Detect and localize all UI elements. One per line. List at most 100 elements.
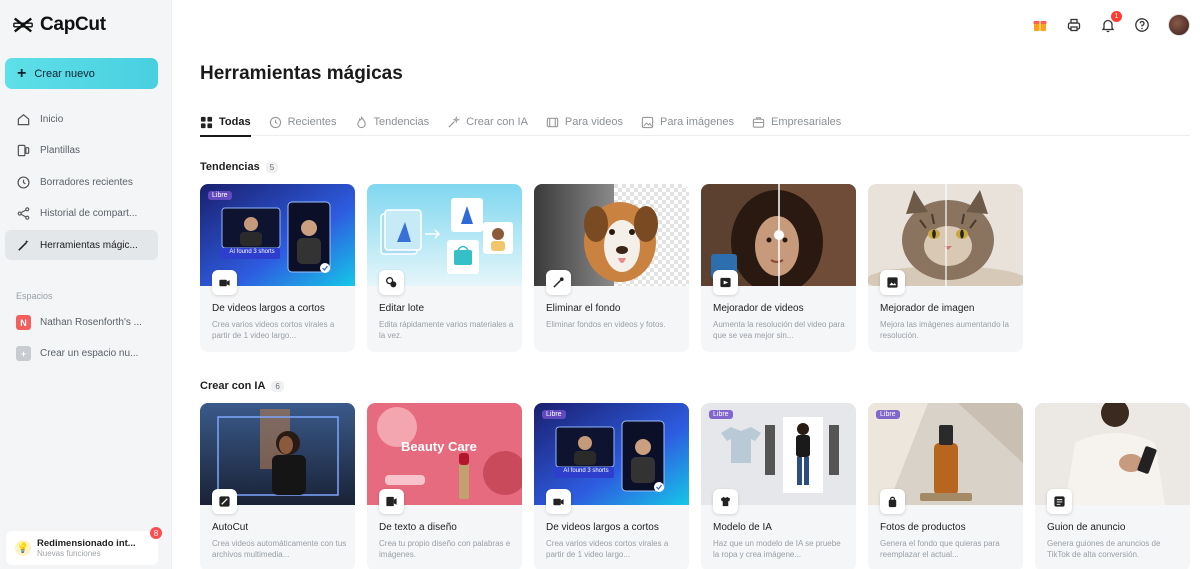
card-title: Eliminar el fondo <box>546 303 621 314</box>
resize-promo-card[interactable]: 💡 Redimensionado int... Nuevas funciones… <box>6 527 162 565</box>
thumbnail-caption: AI found 3 shorts <box>563 468 609 474</box>
tool-card-product-photos[interactable]: Libre Fotos de productos Genera el fondo… <box>868 403 1023 569</box>
card-title: Guion de anuncio <box>1047 522 1126 533</box>
bell-icon[interactable]: 1 <box>1100 11 1122 33</box>
card-description: Genera guiones de anuncios de TikTok de … <box>1047 539 1161 559</box>
image-enhance-icon <box>880 270 905 295</box>
tool-card-video-enhancer[interactable]: Mejorador de videos Aumenta la resolució… <box>701 184 856 352</box>
product-bag-icon <box>880 489 905 514</box>
free-badge: Libre <box>542 410 566 419</box>
sidebar-item-recent-drafts[interactable]: Borradores recientes <box>5 167 158 197</box>
space-avatar: N <box>16 315 31 330</box>
tab-label: Tendencias <box>373 116 430 128</box>
tab-label: Empresariales <box>771 116 842 128</box>
tab-all[interactable]: Todas <box>200 108 251 137</box>
card-description: Mejora las imágenes aumentando la resolu… <box>880 320 1009 340</box>
notification-count: 1 <box>1111 11 1122 22</box>
card-title: Editar lote <box>379 303 425 314</box>
thumbnail-caption: AI found 3 shorts <box>229 249 275 255</box>
autocut-icon <box>212 489 237 514</box>
tool-card-long-to-short[interactable]: Libre AI found 3 shorts De videos largos… <box>200 184 355 352</box>
tool-card-long-to-short-2[interactable]: Libre AI found 3 shorts De videos largos… <box>534 403 689 569</box>
user-avatar[interactable] <box>1168 14 1190 36</box>
image-icon <box>641 116 654 128</box>
top-toolbar: 1 <box>1032 11 1190 36</box>
video-enhance-icon <box>713 270 738 295</box>
section-count: 6 <box>271 380 284 392</box>
tab-label: Para imágenes <box>660 116 734 128</box>
app-name: CapCut <box>40 14 106 35</box>
section-title-create-ai: Crear con IA 6 <box>200 380 284 392</box>
sidebar-item-label: Borradores recientes <box>40 176 133 188</box>
card-title: Mejorador de videos <box>713 303 804 314</box>
space-item-nathan[interactable]: N Nathan Rosenforth's ... <box>16 315 142 330</box>
tool-card-remove-background[interactable]: Eliminar el fondo Eliminar fondos en vid… <box>534 184 689 352</box>
tab-for-videos[interactable]: Para videos <box>546 108 623 136</box>
tab-label: Crear con IA <box>466 116 528 128</box>
templates-icon <box>17 144 30 157</box>
sidebar-item-label: Herramientas mágic... <box>40 239 138 251</box>
help-icon[interactable] <box>1134 17 1150 33</box>
page-title: Herramientas mágicas <box>200 63 403 84</box>
spaces-label: Espacios <box>16 291 53 301</box>
sidebar-item-magic-tools[interactable]: Herramientas mágic... <box>5 230 158 260</box>
card-description: Edita rápidamente varios materiales a la… <box>379 320 514 340</box>
briefcase-icon <box>752 116 765 128</box>
space-label: Nathan Rosenforth's ... <box>40 317 142 328</box>
lightbulb-icon: 💡 <box>15 540 31 556</box>
card-description: Crea tu propio diseño con palabras e imá… <box>379 539 511 559</box>
promo-subtitle: Nuevas funciones <box>37 549 101 558</box>
capcut-logo[interactable]: CapCut <box>12 14 106 36</box>
scissors-video-icon <box>546 489 571 514</box>
script-icon <box>1047 489 1072 514</box>
create-space-item[interactable]: + Crear un espacio nu... <box>16 346 138 361</box>
tool-card-autocut[interactable]: AutoCut Crea videos automáticamente con … <box>200 403 355 569</box>
free-badge: Libre <box>208 191 232 200</box>
card-description: Eliminar fondos en videos y fotos. <box>546 320 666 329</box>
magic-wand-icon <box>18 239 29 251</box>
tshirt-icon <box>713 489 738 514</box>
sidebar-item-home[interactable]: Inicio <box>5 104 158 134</box>
card-description: Aumenta la resolución del video para que… <box>713 320 845 340</box>
tab-label: Para videos <box>564 116 623 128</box>
sparkle-icon <box>448 115 461 128</box>
sidebar-item-share-history[interactable]: Historial de compart... <box>5 199 158 229</box>
tool-card-ad-script[interactable]: Guion de anuncio Genera guiones de anunc… <box>1035 403 1190 569</box>
create-new-button[interactable]: + Crear nuevo <box>5 58 158 89</box>
tool-card-batch-edit[interactable]: Editar lote Edita rápidamente varios mat… <box>367 184 522 352</box>
promo-badge: 8 <box>150 527 162 539</box>
eraser-icon <box>546 270 571 295</box>
card-description: Haz que un modelo de IA se pruebe la rop… <box>713 539 841 559</box>
gift-icon[interactable] <box>1032 17 1048 33</box>
card-description: Crea varios videos cortos virales a part… <box>212 320 335 340</box>
batch-edit-icon <box>379 270 404 295</box>
capcut-logo-icon <box>13 17 33 33</box>
film-icon <box>546 117 559 127</box>
section-title: Tendencias <box>200 161 260 173</box>
sidebar-item-label: Inicio <box>40 113 64 125</box>
tool-card-ai-model[interactable]: Libre Modelo de IA Haz que un modelo de … <box>701 403 856 569</box>
tab-for-images[interactable]: Para imágenes <box>641 108 734 136</box>
card-title: De videos largos a cortos <box>546 522 659 533</box>
promo-text: Redimensionado int... Nuevas funciones <box>37 538 136 558</box>
sidebar-item-templates[interactable]: Plantillas <box>5 136 158 166</box>
grid-icon <box>200 116 213 128</box>
create-new-label: Crear nuevo <box>34 67 95 80</box>
tab-label: Todas <box>219 116 251 128</box>
sidebar-nav: Inicio Plantillas Borradores recientes H… <box>5 104 158 262</box>
tab-business[interactable]: Empresariales <box>752 108 841 136</box>
tool-card-image-enhancer[interactable]: Mejorador de imagen Mejora las imágenes … <box>868 184 1023 352</box>
tab-recent[interactable]: Recientes <box>269 108 337 136</box>
clock-icon <box>17 175 30 189</box>
card-title: De texto a diseño <box>379 522 457 533</box>
printer-icon[interactable] <box>1066 17 1082 33</box>
free-badge: Libre <box>709 410 733 419</box>
sidebar-item-label: Historial de compart... <box>40 208 138 219</box>
tab-label: Recientes <box>287 116 337 128</box>
tab-create-ai[interactable]: Crear con IA <box>447 108 528 136</box>
sidebar: CapCut + Crear nuevo Inicio Plantillas B… <box>0 0 172 569</box>
tab-trending[interactable]: Tendencias <box>355 108 430 136</box>
card-title: Mejorador de imagen <box>880 303 975 314</box>
tool-card-text-to-design[interactable]: Beauty Care De texto a diseño Crea tu pr… <box>367 403 522 569</box>
thumbnail-caption: Beauty Care <box>401 439 477 454</box>
